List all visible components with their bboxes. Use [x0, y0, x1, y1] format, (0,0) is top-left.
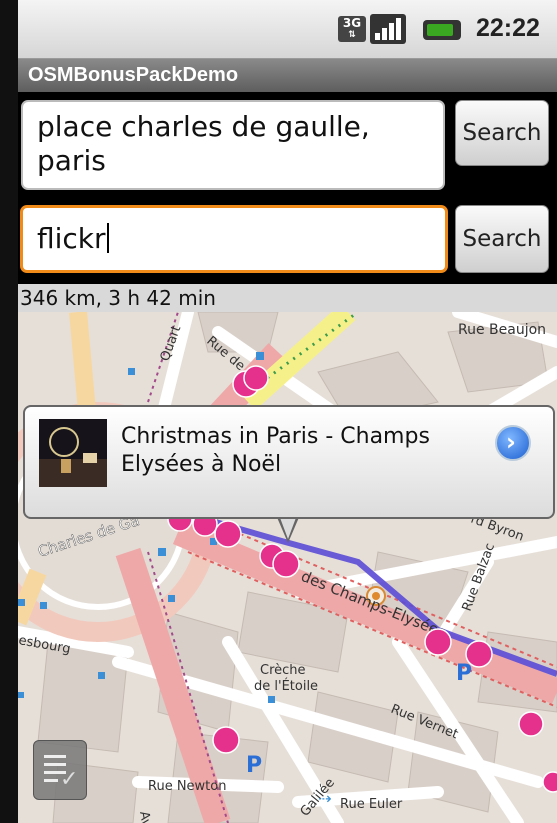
phone-screen: 3G ⇅ 22:22 OSMBonusPackDemo place charles… — [18, 0, 557, 823]
label-av: Av — [136, 810, 154, 823]
photo-thumbnail — [39, 419, 107, 487]
label-rue-euler: Rue Euler — [340, 797, 403, 812]
text-caret — [106, 223, 109, 253]
status-bar: 3G ⇅ 22:22 — [18, 0, 557, 59]
destination-input[interactable]: place charles de gaulle, paris — [21, 100, 445, 190]
destination-search-button[interactable]: Search — [455, 100, 549, 166]
svg-text:P: P — [246, 753, 262, 778]
map-tiles: P P Rue Beaujon Quart Rue de Charles de … — [18, 312, 557, 823]
network-label: 3G — [342, 16, 362, 30]
app-title: OSMBonusPackDemo — [28, 64, 239, 86]
network-3g-icon: 3G ⇅ — [338, 16, 366, 42]
chevron-right-circle-icon[interactable]: › — [495, 425, 531, 461]
search-form: place charles de gaulle, paris Search fl… — [18, 92, 557, 284]
list-check-icon[interactable]: ✓ — [33, 740, 87, 800]
destination-text: place charles de gaulle, paris — [37, 110, 370, 177]
marker-info-bubble[interactable]: Christmas in Paris - Champs Elysées à No… — [23, 405, 555, 519]
label-rue-newton: Rue Newton — [148, 779, 226, 794]
poi-search-label: Search — [462, 226, 542, 252]
clock: 22:22 — [476, 14, 540, 42]
app-title-bar: OSMBonusPackDemo — [18, 59, 557, 92]
svg-text:⇢: ⇢ — [318, 789, 331, 808]
svg-text:P: P — [456, 661, 472, 686]
label-creche: Crèche — [260, 663, 306, 678]
signal-strength-icon — [370, 14, 406, 44]
map-view[interactable]: P P Rue Beaujon Quart Rue de Charles de … — [18, 312, 557, 823]
label-rue-beaujon: Rue Beaujon — [458, 322, 546, 338]
bubble-title: Christmas in Paris - Champs Elysées à No… — [121, 424, 430, 477]
route-info: 346 km, 3 h 42 min — [18, 284, 557, 312]
poi-input[interactable]: flickr — [20, 205, 448, 273]
poi-text: flickr — [37, 222, 106, 255]
destination-search-label: Search — [462, 120, 542, 146]
poi-search-button[interactable]: Search — [455, 205, 549, 273]
label-de-letoile: de l'Étoile — [254, 678, 318, 694]
battery-icon — [423, 20, 461, 40]
